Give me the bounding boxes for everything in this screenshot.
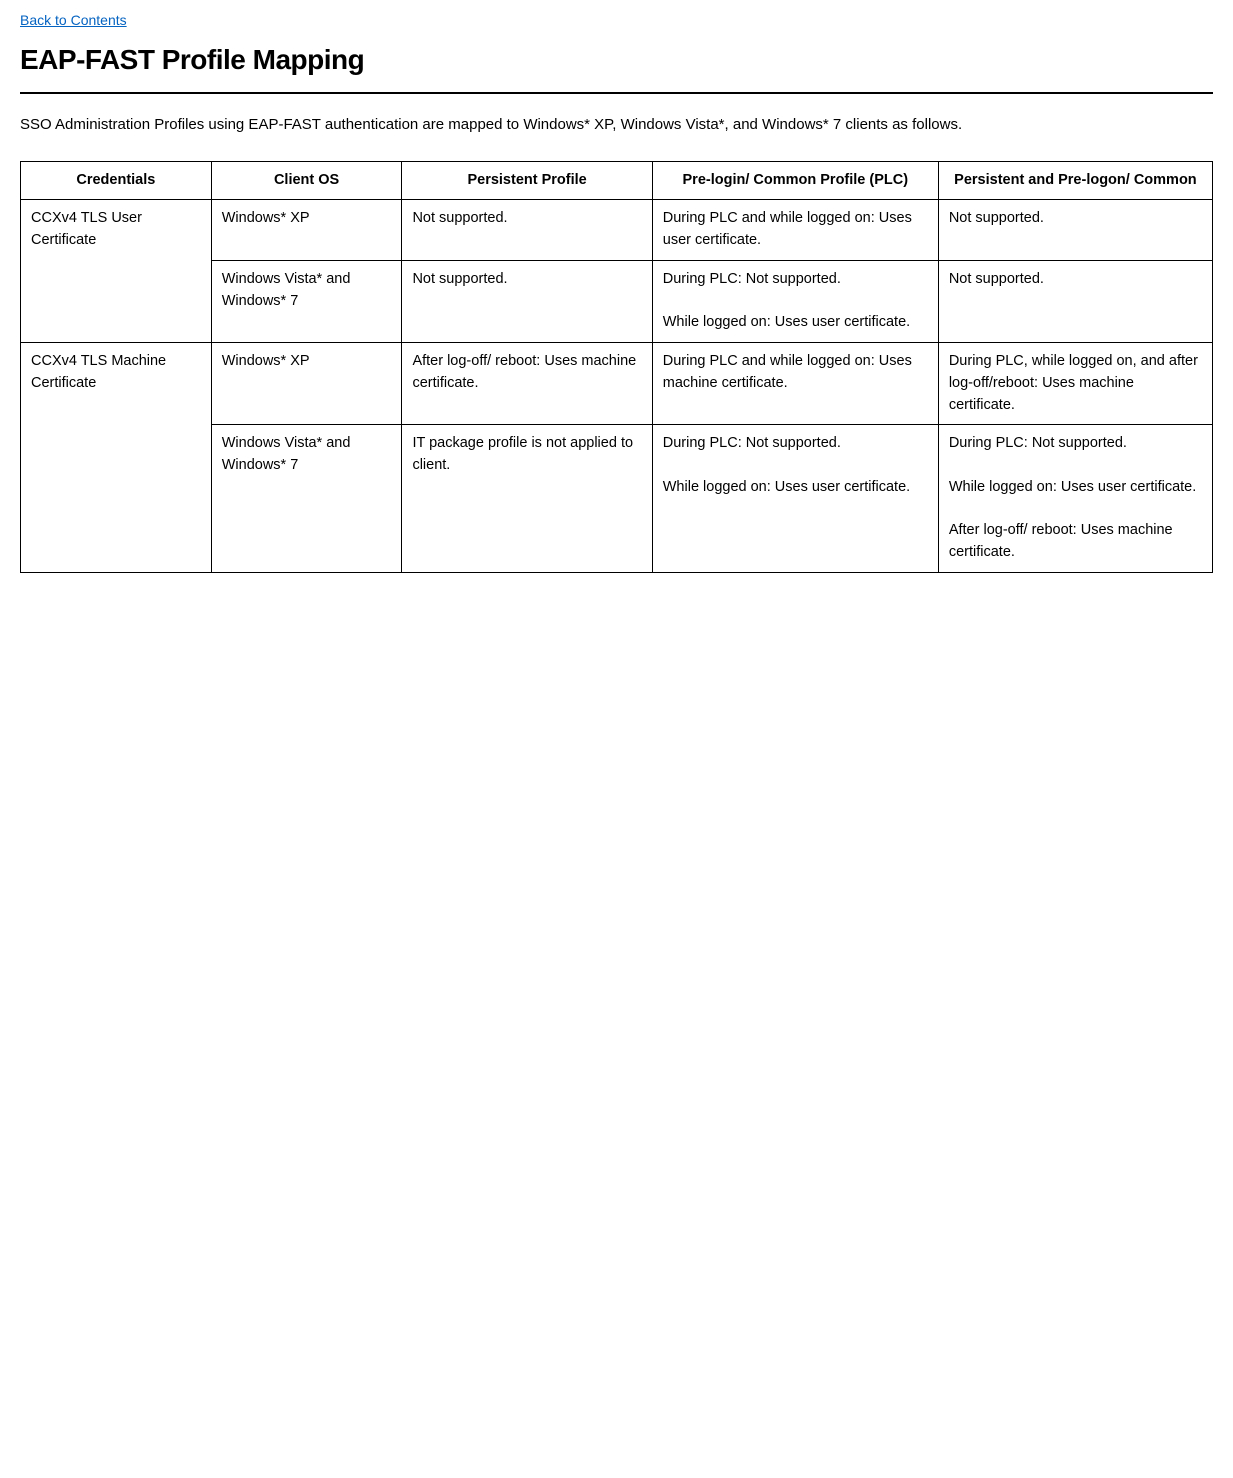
cell-prelogin: During PLC: Not supported.While logged o… (652, 260, 938, 342)
table-row: CCXv4 TLS User CertificateWindows* XPNot… (21, 200, 1213, 261)
back-to-contents-link[interactable]: Back to Contents (20, 12, 127, 28)
cell-persistent-prelogon: During PLC, while logged on, and after l… (938, 343, 1212, 425)
cell-prelogin: During PLC and while logged on: Uses mac… (652, 343, 938, 425)
cell-credentials: CCXv4 TLS Machine Certificate (21, 343, 212, 573)
cell-prelogin: During PLC: Not supported.While logged o… (652, 425, 938, 573)
cell-persistent-prelogon: Not supported. (938, 260, 1212, 342)
cell-client-os: Windows Vista* and Windows* 7 (211, 260, 402, 342)
cell-client-os: Windows* XP (211, 200, 402, 261)
header-prelogin: Pre-login/ Common Profile (PLC) (652, 161, 938, 200)
cell-persistent-profile: IT package profile is not applied to cli… (402, 425, 652, 573)
cell-prelogin: During PLC and while logged on: Uses use… (652, 200, 938, 261)
cell-persistent-profile: After log-off/ reboot: Uses machine cert… (402, 343, 652, 425)
table-row: CCXv4 TLS Machine CertificateWindows* XP… (21, 343, 1213, 425)
cell-client-os: Windows Vista* and Windows* 7 (211, 425, 402, 573)
cell-client-os: Windows* XP (211, 343, 402, 425)
cell-persistent-prelogon: During PLC: Not supported.While logged o… (938, 425, 1212, 573)
header-persistent-profile: Persistent Profile (402, 161, 652, 200)
header-persistent-prelogon: Persistent and Pre-logon/ Common (938, 161, 1212, 200)
cell-credentials: CCXv4 TLS User Certificate (21, 200, 212, 343)
cell-persistent-profile: Not supported. (402, 260, 652, 342)
intro-paragraph: SSO Administration Profiles using EAP-FA… (20, 114, 1213, 137)
profile-mapping-table: Credentials Client OS Persistent Profile… (20, 161, 1213, 573)
header-client-os: Client OS (211, 161, 402, 200)
header-credentials: Credentials (21, 161, 212, 200)
page-title: EAP-FAST Profile Mapping (20, 44, 1213, 76)
cell-persistent-profile: Not supported. (402, 200, 652, 261)
table-header-row: Credentials Client OS Persistent Profile… (21, 161, 1213, 200)
section-divider (20, 92, 1213, 94)
cell-persistent-prelogon: Not supported. (938, 200, 1212, 261)
